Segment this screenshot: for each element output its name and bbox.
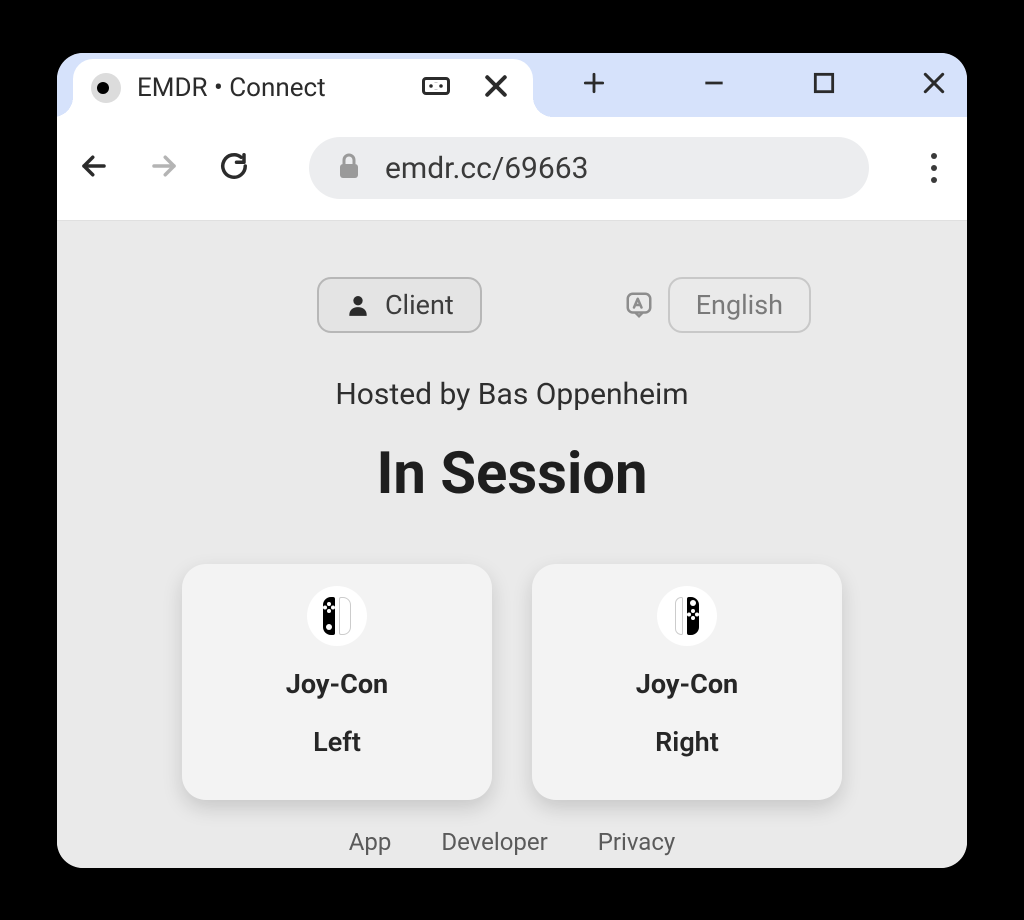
browser-window: EMDR • Connect (57, 53, 967, 868)
footer-link-app[interactable]: App (349, 828, 392, 856)
browser-toolbar: emdr.cc/69663 (57, 117, 967, 221)
close-window-icon[interactable] (921, 70, 947, 100)
card-title: Joy-Con (636, 668, 738, 700)
media-icon[interactable] (421, 71, 451, 105)
url-text: emdr.cc/69663 (385, 151, 589, 186)
close-tab-icon[interactable] (481, 71, 511, 105)
card-subtitle: Right (655, 726, 719, 758)
language-label: English (696, 289, 783, 321)
footer-link-privacy[interactable]: Privacy (598, 828, 676, 856)
joycon-left-card[interactable]: Joy-Con Left (182, 564, 492, 800)
joycon-right-icon (657, 586, 717, 646)
footer-link-developer[interactable]: Developer (441, 828, 547, 856)
browser-menu-icon[interactable] (923, 145, 945, 191)
minimize-icon[interactable] (701, 70, 727, 100)
joycon-left-icon (307, 586, 367, 646)
language-icon (624, 290, 654, 320)
tab-strip: EMDR • Connect (57, 53, 967, 117)
new-tab-icon[interactable] (581, 70, 607, 100)
language-selector[interactable]: English (668, 277, 811, 333)
reload-button[interactable] (219, 151, 249, 185)
lock-icon (337, 152, 361, 184)
client-button[interactable]: Client (317, 277, 482, 333)
tab-title: EMDR • Connect (137, 73, 405, 103)
footer-links: App Developer Privacy (349, 828, 676, 856)
card-subtitle: Left (313, 726, 361, 758)
page-content: Client English Hosted by Bas Oppenheim I… (57, 221, 967, 868)
address-bar[interactable]: emdr.cc/69663 (309, 137, 869, 199)
tab-favicon (91, 73, 121, 103)
hosted-by-text: Hosted by Bas Oppenheim (335, 377, 688, 412)
back-button[interactable] (79, 151, 109, 185)
card-title: Joy-Con (286, 668, 388, 700)
person-icon (345, 292, 371, 318)
maximize-icon[interactable] (811, 70, 837, 100)
joycon-right-card[interactable]: Joy-Con Right (532, 564, 842, 800)
client-label: Client (385, 289, 454, 321)
forward-button[interactable] (149, 151, 179, 185)
browser-tab[interactable]: EMDR • Connect (73, 59, 533, 117)
session-status: In Session (376, 440, 647, 508)
